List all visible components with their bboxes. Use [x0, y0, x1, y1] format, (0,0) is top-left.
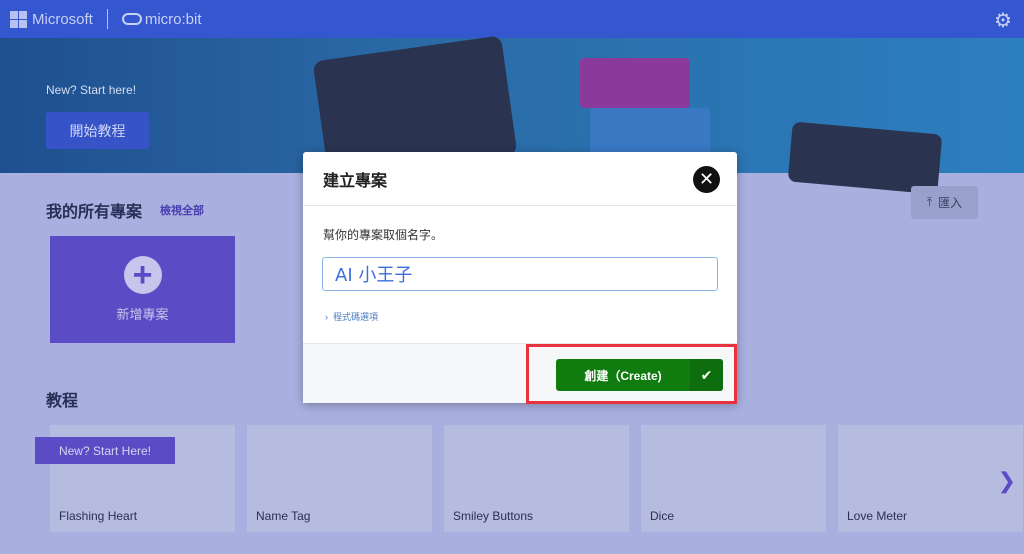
new-project-label: 新增專案: [116, 307, 169, 322]
new-project-card[interactable]: + 新增專案: [50, 236, 235, 343]
dialog-footer: 創建（Create) ✔: [303, 343, 737, 404]
tutorial-image: [247, 425, 432, 503]
brand-label[interactable]: Microsoft: [32, 11, 93, 28]
microbit-logo-icon: [121, 13, 142, 25]
tutorial-card[interactable]: Smiley Buttons: [444, 425, 629, 532]
gear-icon[interactable]: ⚙: [994, 8, 1012, 33]
tutorial-label: Dice: [650, 509, 675, 523]
tutorial-label: Name Tag: [256, 509, 311, 523]
divider: [106, 9, 108, 29]
upload-icon: ⤒: [926, 195, 933, 209]
top-bar: Microsoft micro:bit ⚙: [0, 0, 1024, 38]
dialog-title: 建立專案: [303, 152, 737, 206]
code-options-label: 程式碼選項: [333, 312, 379, 322]
highlight-box: 創建（Create) ✔: [526, 344, 737, 404]
chevron-right-icon: ›: [325, 312, 333, 322]
tutorial-image: [641, 425, 826, 503]
tutorial-card[interactable]: Name Tag: [247, 425, 432, 532]
plus-icon: +: [123, 256, 162, 294]
microbit-image-2: [787, 121, 943, 195]
create-button[interactable]: 創建（Create) ✔: [556, 359, 723, 391]
create-label: 創建（Create): [584, 368, 662, 383]
product-label[interactable]: micro:bit: [145, 11, 202, 28]
project-name-input[interactable]: AI 小王子: [322, 257, 718, 291]
tutorial-label: Love Meter: [847, 509, 908, 523]
create-project-dialog: 建立專案 ✕ 幫你的專案取個名字。 AI 小王子 › 程式碼選項 創建（Crea…: [303, 152, 737, 404]
start-tutorial-button[interactable]: 開始教程: [46, 112, 149, 149]
tutorial-label: Flashing Heart: [59, 509, 138, 523]
import-button[interactable]: ⤒ 匯入: [911, 186, 978, 219]
tutorials-heading: 教程: [46, 393, 79, 410]
view-all-link[interactable]: 檢視全部: [160, 202, 204, 218]
dialog-prompt: 幫你的專案取個名字。: [323, 228, 444, 242]
import-label: 匯入: [938, 196, 963, 210]
chevron-right-icon[interactable]: ❯: [998, 468, 1016, 494]
tutorial-card[interactable]: Love Meter: [838, 425, 1023, 532]
my-projects-heading: 我的所有專案: [46, 204, 143, 221]
on-shake-block-image: [580, 58, 690, 108]
tutorial-card[interactable]: Dice: [641, 425, 826, 532]
tutorial-label: Smiley Buttons: [453, 509, 534, 523]
banner-subtitle: New? Start here!: [46, 83, 137, 97]
tutorial-image: [444, 425, 629, 503]
tutorial-image: [838, 425, 1023, 503]
check-icon: ✔: [690, 359, 723, 391]
new-start-ribbon: New? Start Here!: [35, 437, 175, 464]
code-options-toggle[interactable]: › 程式碼選項: [325, 310, 378, 323]
close-icon[interactable]: ✕: [693, 166, 720, 193]
microsoft-logo-icon: [10, 10, 27, 28]
